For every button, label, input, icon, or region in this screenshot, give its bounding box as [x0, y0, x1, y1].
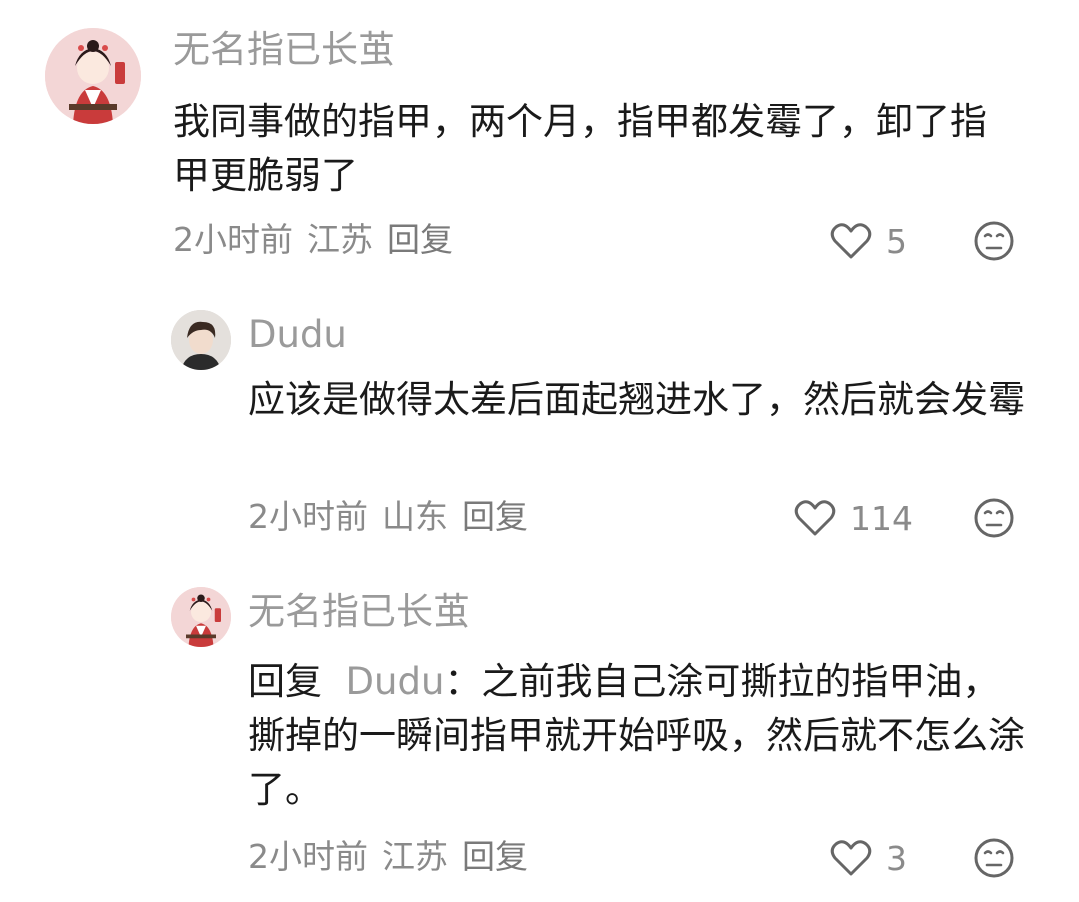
reply-button[interactable]: 回复: [462, 497, 528, 536]
reply-target-username[interactable]: Dudu: [346, 660, 445, 703]
comment-username[interactable]: Dudu: [248, 313, 347, 357]
meh-face-icon[interactable]: [973, 220, 1015, 262]
comment-username[interactable]: 无名指已长茧: [248, 590, 470, 634]
meh-face-icon[interactable]: [973, 497, 1015, 539]
young-man-avatar-icon: [171, 310, 231, 370]
like-count: 114: [850, 498, 913, 538]
like-count: 5: [886, 221, 907, 261]
heart-outline-icon: [830, 223, 872, 259]
comment-username[interactable]: 无名指已长茧: [173, 28, 395, 72]
avatar[interactable]: [45, 28, 141, 124]
reply-button[interactable]: 回复: [462, 837, 528, 876]
comment-time: 2小时前: [173, 220, 293, 259]
comment-location: 江苏: [382, 837, 448, 876]
like-button[interactable]: 114: [794, 496, 913, 540]
like-button[interactable]: 5: [830, 219, 907, 263]
hanfu-girl-avatar-icon: [171, 587, 231, 647]
reply-colon: ：: [444, 660, 482, 703]
comment-meta: 2小时前 江苏 回复: [248, 837, 542, 877]
comment-time: 2小时前: [248, 837, 368, 876]
meh-face-icon[interactable]: [973, 837, 1015, 879]
comment-time: 2小时前: [248, 497, 368, 536]
comment-text: 应该是做得太差后面起翘进水了，然后就会发霉: [248, 378, 1025, 421]
hanfu-girl-avatar-icon: [45, 28, 141, 124]
avatar[interactable]: [171, 587, 231, 647]
comment-text: 回复 Dudu：之前我自己涂可撕拉的指甲油，撕掉的一瞬间指甲就开始呼吸，然后就不…: [248, 655, 1028, 817]
comment-text: 我同事做的指甲，两个月，指甲都发霉了，卸了指甲更脆弱了: [173, 100, 987, 197]
heart-outline-icon: [830, 840, 872, 876]
comment-meta: 2小时前 江苏 回复: [173, 220, 467, 260]
avatar[interactable]: [171, 310, 231, 370]
like-button[interactable]: 3: [830, 836, 907, 880]
like-count: 3: [886, 838, 907, 878]
reply-button[interactable]: 回复: [387, 220, 453, 259]
reply-prefix: 回复: [248, 660, 322, 703]
heart-outline-icon: [794, 500, 836, 536]
comment-location: 江苏: [307, 220, 373, 259]
comment-meta: 2小时前 山东 回复: [248, 497, 542, 537]
comment-location: 山东: [382, 497, 448, 536]
